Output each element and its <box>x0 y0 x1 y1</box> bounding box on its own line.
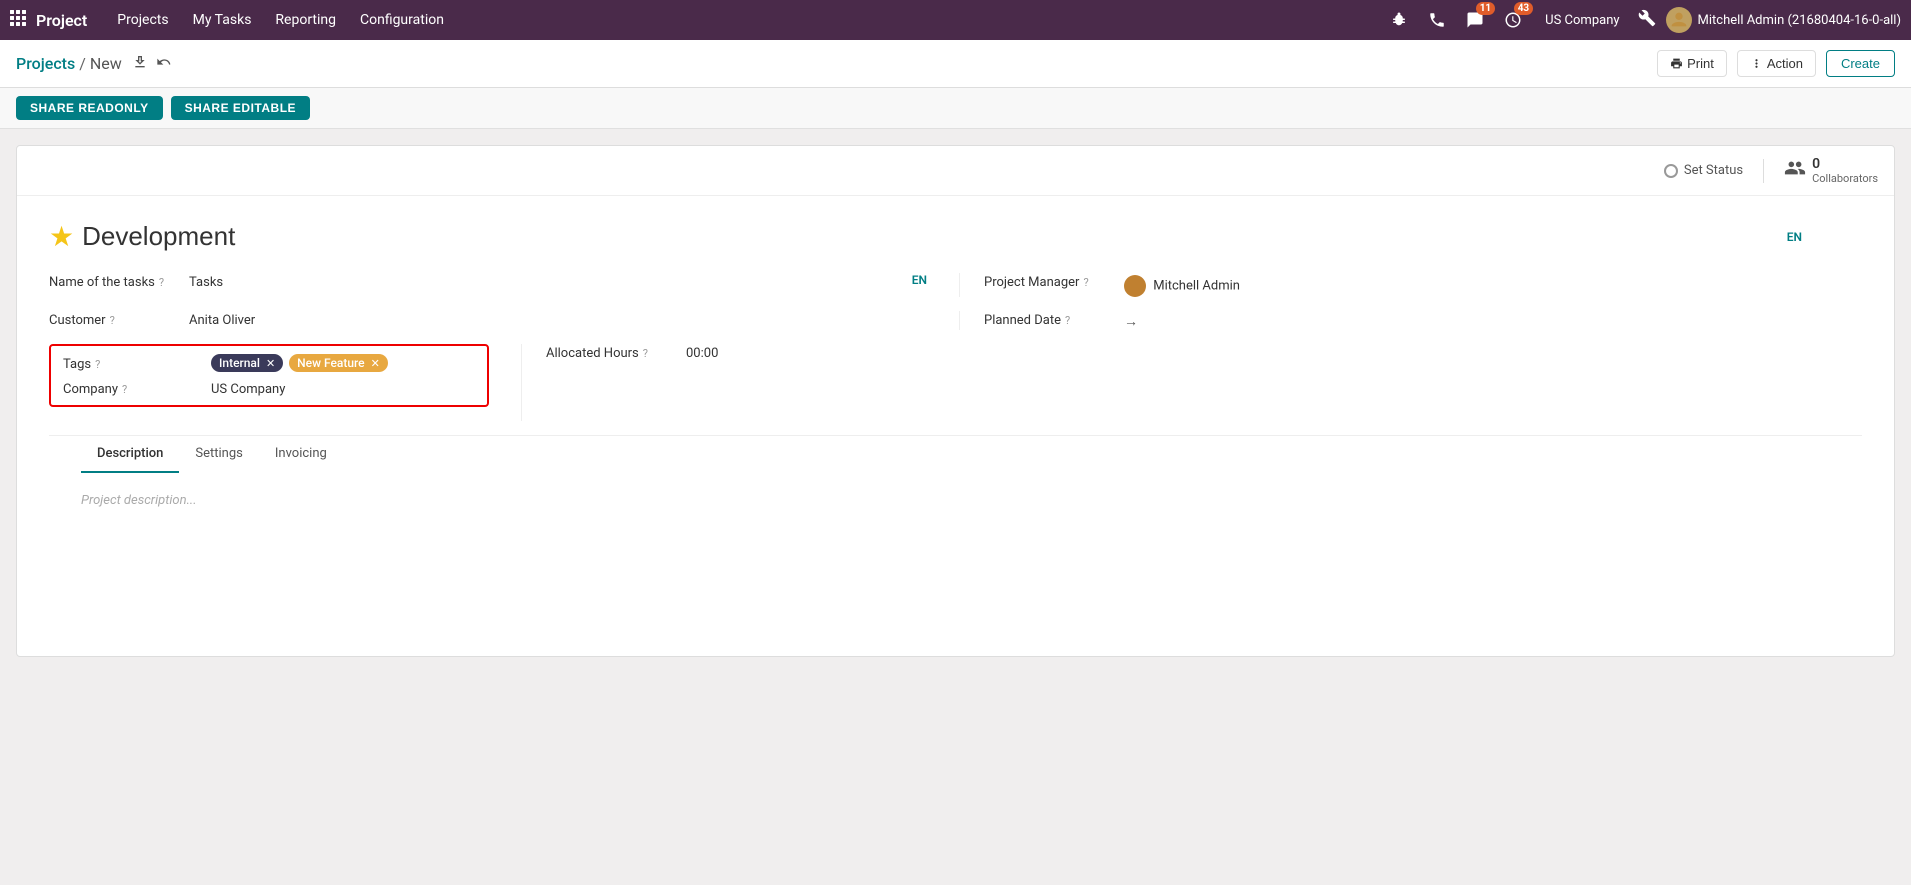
collaborators[interactable]: 0 Collaborators <box>1784 156 1878 185</box>
tab-settings[interactable]: Settings <box>179 436 258 473</box>
status-radio[interactable] <box>1664 164 1678 178</box>
nav-my-tasks[interactable]: My Tasks <box>183 8 262 32</box>
top-navigation: Project Projects My Tasks Reporting Conf… <box>0 0 1911 40</box>
wrench-icon[interactable] <box>1638 9 1656 31</box>
phone-icon[interactable] <box>1423 6 1451 34</box>
set-status-label: Set Status <box>1684 163 1743 178</box>
nav-reporting[interactable]: Reporting <box>265 8 346 32</box>
tag-internal-label: Internal <box>219 356 260 370</box>
tag-new-feature-remove[interactable]: ✕ <box>371 357 380 370</box>
tasks-name-field: Name of the tasks ? Tasks EN <box>49 273 927 290</box>
tags-company-section: Tags ? Internal ✕ New Feature ✕ <box>49 344 489 407</box>
upload-icon[interactable] <box>132 54 148 74</box>
description-area: Project description... <box>49 472 1862 632</box>
bug-icon[interactable] <box>1385 6 1413 34</box>
company-help[interactable]: ? <box>122 383 127 396</box>
clock-icon[interactable]: 43 <box>1499 6 1527 34</box>
planned-date-label: Planned Date <box>984 313 1061 328</box>
main-content: Set Status 0 Collaborators ★ <box>0 129 1911 673</box>
tab-description[interactable]: Description <box>81 436 179 473</box>
share-bar: SHARE READONLY SHARE EDITABLE <box>0 88 1911 129</box>
tag-internal[interactable]: Internal ✕ <box>211 354 283 372</box>
breadcrumb-current: New <box>90 54 122 73</box>
project-manager-help[interactable]: ? <box>1083 276 1088 289</box>
project-manager-value[interactable]: Mitchell Admin <box>1124 273 1862 297</box>
nav-configuration[interactable]: Configuration <box>350 8 454 32</box>
description-placeholder[interactable]: Project description... <box>81 493 197 508</box>
manager-avatar <box>1124 275 1146 297</box>
user-info[interactable]: Mitchell Admin (21680404-16-0-all) <box>1666 7 1901 33</box>
collaborators-icon <box>1784 157 1806 184</box>
allocated-hours-help[interactable]: ? <box>643 347 648 360</box>
breadcrumb-parent[interactable]: Projects <box>16 54 75 73</box>
form-row-2: Customer ? Anita Oliver Planned Date ? → <box>49 311 1862 330</box>
allocated-hours-label: Allocated Hours <box>546 346 639 361</box>
app-grid-icon[interactable] <box>10 10 26 30</box>
en-badge-title[interactable]: EN <box>1787 230 1802 244</box>
set-status[interactable]: Set Status <box>1664 163 1743 178</box>
planned-date-help[interactable]: ? <box>1065 314 1070 327</box>
customer-label: Customer <box>49 313 106 328</box>
tags-label: Tags <box>63 357 91 372</box>
tabs-bar: Description Settings Invoicing <box>49 435 1862 472</box>
project-title-input[interactable] <box>82 221 382 252</box>
tag-new-feature[interactable]: New Feature ✕ <box>289 354 388 372</box>
tasks-name-value[interactable]: Tasks <box>189 273 900 290</box>
tags-help[interactable]: ? <box>95 358 100 371</box>
tasks-name-label: Name of the tasks <box>49 275 155 290</box>
planned-date-arrow: → <box>1124 314 1138 330</box>
breadcrumb: Projects / New <box>16 54 122 73</box>
tags-values: Internal ✕ New Feature ✕ <box>211 354 388 372</box>
company-name[interactable]: US Company <box>1537 13 1627 28</box>
planned-date-value[interactable]: → <box>1124 311 1862 330</box>
tasks-name-help[interactable]: ? <box>159 276 164 289</box>
breadcrumb-separator: / <box>79 54 86 73</box>
user-name-label: Mitchell Admin (21680404-16-0-all) <box>1698 13 1901 28</box>
print-label: Print <box>1687 56 1714 71</box>
status-header: Set Status 0 Collaborators <box>17 146 1894 196</box>
allocated-hours-value[interactable]: 00:00 <box>686 344 1862 361</box>
project-form: ★ EN Name of the tasks ? Tasks EN <box>17 196 1894 656</box>
action-button[interactable]: Action <box>1737 50 1816 77</box>
share-editable-button[interactable]: SHARE EDITABLE <box>171 96 310 120</box>
company-label: Company <box>63 382 118 397</box>
collaborators-count: 0 <box>1812 156 1878 172</box>
app-name: Project <box>36 11 87 30</box>
customer-help[interactable]: ? <box>110 314 115 327</box>
action-buttons: Print Action Create <box>1657 50 1895 77</box>
customer-value[interactable]: Anita Oliver <box>189 311 927 328</box>
print-button[interactable]: Print <box>1657 50 1727 77</box>
project-manager-label: Project Manager <box>984 275 1079 290</box>
chat-icon[interactable]: 11 <box>1461 6 1489 34</box>
allocated-hours-field: Allocated Hours ? 00:00 <box>546 344 1862 361</box>
tag-internal-remove[interactable]: ✕ <box>266 357 275 370</box>
breadcrumb-bar: Projects / New Print Action Create <box>0 40 1911 88</box>
tag-new-feature-label: New Feature <box>297 356 364 370</box>
form-card: Set Status 0 Collaborators ★ <box>16 145 1895 657</box>
customer-field: Customer ? Anita Oliver <box>49 311 927 328</box>
chat-badge: 11 <box>1476 2 1495 15</box>
tasks-en-badge[interactable]: EN <box>912 273 927 287</box>
clock-badge: 43 <box>1514 2 1533 15</box>
tab-invoicing[interactable]: Invoicing <box>259 436 343 473</box>
project-manager-field: Project Manager ? Mitchell Admin <box>959 273 1862 297</box>
form-row-1: Name of the tasks ? Tasks EN Project Man… <box>49 273 1862 297</box>
create-button[interactable]: Create <box>1826 50 1895 77</box>
tags-row: Tags ? Internal ✕ New Feature ✕ <box>63 354 475 372</box>
action-label: Action <box>1767 56 1803 71</box>
star-icon[interactable]: ★ <box>49 220 74 253</box>
company-row: Company ? US Company <box>63 380 475 397</box>
planned-date-field: Planned Date ? → <box>959 311 1862 330</box>
company-value[interactable]: US Company <box>211 380 475 397</box>
user-avatar <box>1666 7 1692 33</box>
nav-projects[interactable]: Projects <box>107 8 178 32</box>
collaborators-label: Collaborators <box>1812 172 1878 185</box>
share-readonly-button[interactable]: SHARE READONLY <box>16 96 163 120</box>
undo-icon[interactable] <box>156 54 172 74</box>
